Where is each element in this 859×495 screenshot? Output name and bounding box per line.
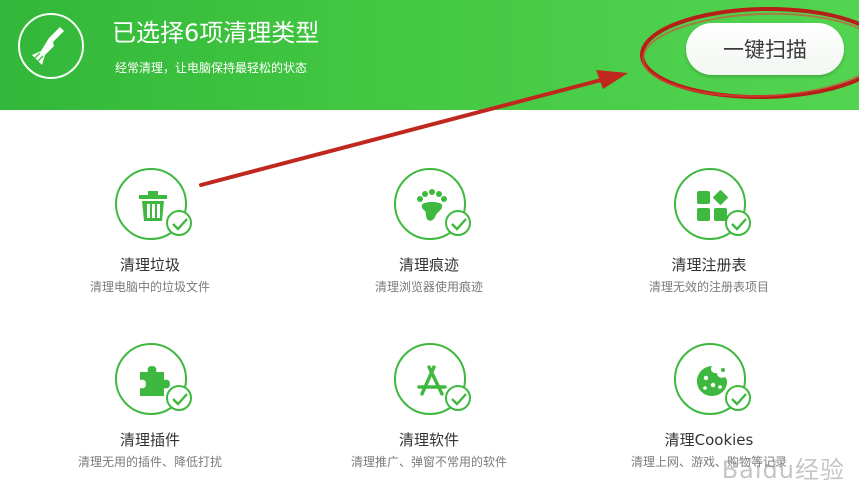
cleanup-item-traces[interactable]: 清理痕迹 清理浏览器使用痕迹 — [289, 168, 569, 318]
cleanup-panel: 已选择6项清理类型 经常清理，让电脑保持最轻松的状态 一键扫描 清理垃圾 清理电… — [0, 0, 859, 495]
broom-icon — [18, 13, 84, 79]
item-name: 清理注册表 — [671, 256, 747, 274]
cleanup-item-plugins[interactable]: 清理插件 清理无用的插件、降低打扰 — [10, 343, 290, 493]
page-subtitle: 经常清理，让电脑保持最轻松的状态 — [115, 61, 308, 75]
checkmark-icon — [451, 218, 467, 231]
item-description: 清理无效的注册表项目 — [648, 280, 769, 294]
header-banner: 已选择6项清理类型 经常清理，让电脑保持最轻松的状态 一键扫描 — [0, 0, 859, 110]
item-description: 清理无用的插件、降低打扰 — [77, 455, 222, 469]
item-description: 清理浏览器使用痕迹 — [374, 280, 483, 294]
checkmark-icon — [172, 218, 188, 231]
checkmark-icon — [451, 393, 467, 406]
checked-badge[interactable] — [166, 210, 192, 236]
item-description: 清理推广、弹窗不常用的软件 — [350, 455, 507, 469]
item-name: 清理插件 — [119, 431, 180, 449]
checked-badge[interactable] — [445, 210, 471, 236]
checkmark-icon — [172, 393, 188, 406]
item-name: 清理垃圾 — [119, 256, 180, 274]
one-click-scan-button[interactable]: 一键扫描 — [686, 23, 844, 75]
cleanup-item-software[interactable]: 清理软件 清理推广、弹窗不常用的软件 — [289, 343, 569, 493]
checked-badge[interactable] — [725, 385, 751, 411]
checked-badge[interactable] — [445, 385, 471, 411]
checked-badge[interactable] — [725, 210, 751, 236]
item-name: 清理Cookies — [664, 431, 754, 449]
watermark: Baidu经验 — [721, 456, 845, 484]
page-title: 已选择6项清理类型 — [112, 19, 320, 47]
checkmark-icon — [731, 218, 747, 231]
cleanup-item-junk[interactable]: 清理垃圾 清理电脑中的垃圾文件 — [10, 168, 290, 318]
item-name: 清理软件 — [398, 431, 459, 449]
cleanup-item-registry[interactable]: 清理注册表 清理无效的注册表项目 — [569, 168, 849, 318]
item-name: 清理痕迹 — [398, 256, 459, 274]
checkmark-icon — [731, 393, 747, 406]
item-description: 清理电脑中的垃圾文件 — [89, 280, 210, 294]
checked-badge[interactable] — [166, 385, 192, 411]
